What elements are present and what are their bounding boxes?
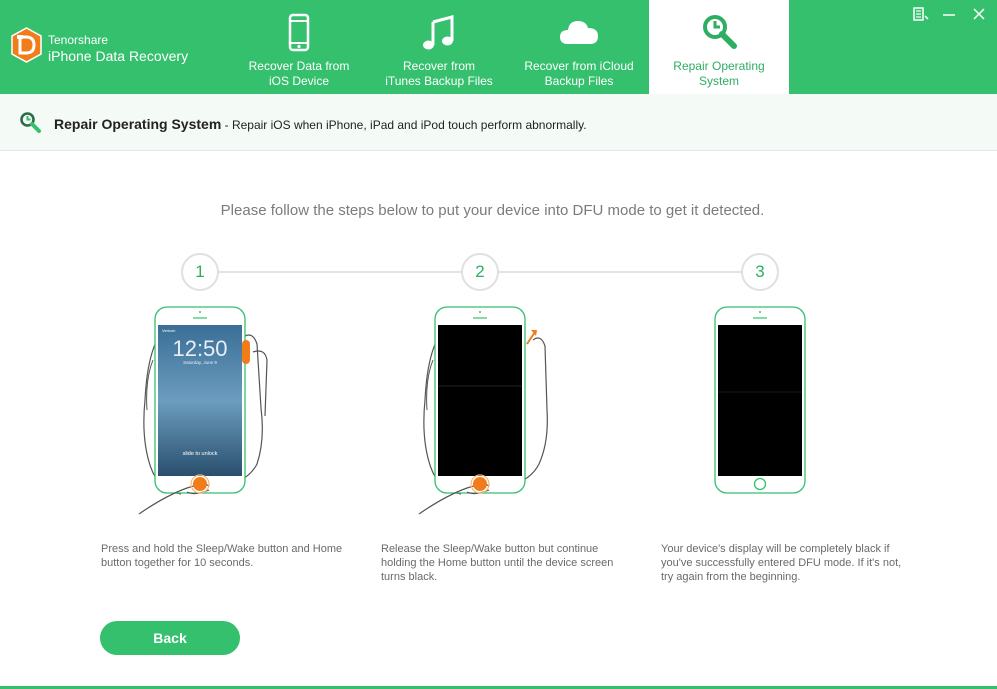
tab-repair-operating-system[interactable]: Repair Operating System [649, 0, 789, 94]
section-description: Repair Operating System - Repair iOS whe… [54, 116, 587, 132]
cloud-icon [560, 21, 598, 44]
minimize-icon[interactable] [940, 6, 958, 22]
product-name: iPhone Data Recovery [48, 48, 189, 64]
tab-label: Recover from iCloud Backup Files [524, 59, 634, 88]
company-name: Tenorshare [48, 33, 109, 47]
lockscreen-time: 12:50 [172, 336, 227, 361]
step3-description: Your device's display will be completely… [661, 543, 902, 583]
tab-recover-ios-device[interactable]: Recover Data from iOS Device [229, 0, 369, 94]
progress-connector [219, 271, 461, 273]
step2-description: Release the Sleep/Wake button but contin… [381, 543, 614, 583]
app-logo-icon [11, 27, 42, 63]
lockscreen-carrier: Verizon [162, 328, 175, 333]
close-icon[interactable] [970, 6, 988, 22]
step-number: 1 [181, 253, 219, 291]
wrench-icon [20, 112, 41, 133]
instruction-text: Please follow the steps below to put you… [220, 202, 765, 219]
phone-icon [288, 13, 310, 52]
section-subtitle: - Repair iOS when iPhone, iPad and iPod … [221, 118, 587, 132]
tab-recover-icloud-backup[interactable]: Recover from iCloud Backup Files [509, 0, 649, 94]
app-window: Tenorshare iPhone Data Recovery Recover … [0, 0, 997, 689]
tab-label: Recover Data from iOS Device [248, 59, 350, 88]
tab-recover-itunes-backup[interactable]: Recover from iTunes Backup Files [369, 0, 509, 94]
section-title: Repair Operating System [54, 116, 222, 132]
step-number: 3 [741, 253, 779, 291]
step-number: 2 [461, 253, 499, 291]
progress-connector [499, 271, 741, 273]
back-button[interactable]: Back [100, 621, 240, 655]
step2-illustration [418, 306, 548, 515]
step1-description: Press and hold the Sleep/Wake button and… [101, 543, 343, 569]
header-bar: Tenorshare iPhone Data Recovery Recover … [0, 0, 997, 94]
lockscreen-date: Saturday, June 9 [183, 360, 217, 365]
tab-label: Repair Operating System [673, 59, 765, 88]
section-header: Repair Operating System - Repair iOS whe… [0, 94, 997, 151]
brand: Tenorshare iPhone Data Recovery [48, 33, 188, 65]
step1-illustration: Verizon 12:50 Saturday, June 9 slide to … [138, 306, 268, 515]
step3-illustration [714, 306, 806, 494]
wrench-icon [703, 15, 737, 49]
music-note-icon [423, 15, 454, 50]
menu-icon[interactable] [912, 6, 930, 22]
tab-label: Recover from iTunes Backup Files [385, 59, 493, 88]
lockscreen-unlock: slide to unlock [183, 451, 218, 457]
